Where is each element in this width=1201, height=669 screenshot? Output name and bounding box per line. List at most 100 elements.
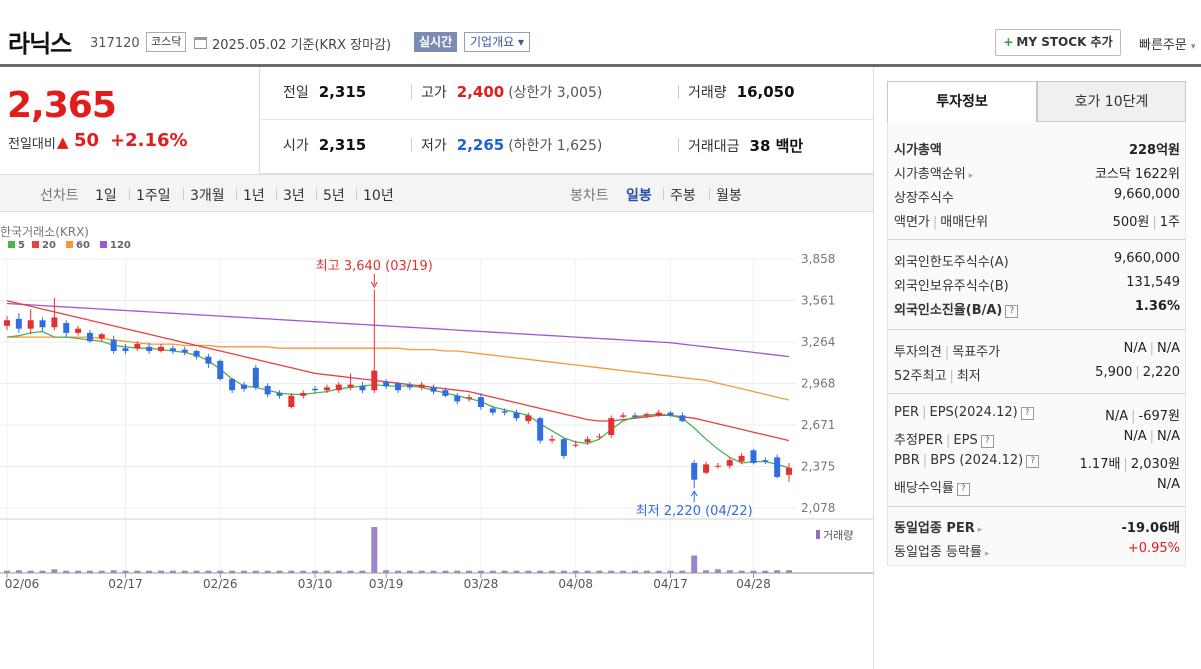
candle-body	[631, 415, 638, 417]
info-row: 외국인소진율(B/A)? 1.36%	[894, 296, 1180, 318]
chart-source-label: 한국거래소(KRX)	[0, 225, 89, 239]
info-label[interactable]: 동일업종 PER ▸	[894, 517, 982, 536]
chevron-right-icon: ▸	[968, 171, 974, 181]
info-value-secondary: 1주	[1159, 215, 1180, 230]
separator: |	[932, 215, 938, 230]
period-1[interactable]: 1주일	[136, 185, 171, 205]
help-icon[interactable]: ?	[1020, 407, 1034, 420]
candle-period-1[interactable]: 주봉	[670, 185, 696, 205]
info-value-secondary: N/A	[1157, 429, 1180, 444]
candle-body	[264, 386, 271, 395]
info-label[interactable]: 시가총액순위 ▸	[894, 163, 973, 182]
candle-body	[442, 390, 449, 396]
candle-body	[430, 387, 437, 392]
period-3[interactable]: 1년	[243, 185, 265, 205]
info-label: 외국인한도주식수(A)	[894, 255, 1009, 270]
high-annotation: 최고 3,640 (03/19)	[316, 259, 433, 274]
info-value: 1.17배 | 2,030원	[1079, 457, 1180, 472]
candle-body	[525, 415, 532, 421]
info-divider	[888, 239, 1185, 240]
info-label: 상장주식수	[894, 191, 954, 206]
candle-body	[549, 439, 556, 441]
stock-code: 317120	[90, 36, 140, 51]
realtime-button[interactable]: 실시간	[414, 32, 458, 52]
candle-body	[537, 418, 544, 441]
candle-period-2[interactable]: 월봉	[716, 185, 742, 205]
help-icon[interactable]: ?	[980, 435, 994, 448]
volume-bar	[371, 527, 378, 573]
candle-period-0[interactable]: 일봉	[626, 185, 652, 205]
info-divider	[888, 393, 1185, 394]
info-label: 외국인소진율(B/A)?	[894, 299, 1019, 318]
candle-body	[4, 320, 10, 326]
candle-body	[240, 384, 247, 389]
candle-body	[513, 412, 520, 419]
current-price-box: 2,365 전일대비 ▲ 50 +2.16%	[0, 67, 260, 174]
period-5[interactable]: 5년	[323, 185, 345, 205]
candle-body	[347, 384, 354, 388]
separator	[411, 138, 412, 152]
candle-body	[63, 323, 70, 333]
x-tick-label: 04/08	[558, 577, 593, 591]
low-value: 2,265	[456, 136, 505, 154]
separator	[129, 188, 130, 200]
candlestick-chart[interactable]: 한국거래소(KRX)5 20 60 120 3,858 3,561 3,264 2,968 2,…	[0, 212, 873, 592]
candle-body	[312, 388, 319, 391]
separator	[678, 85, 679, 99]
separator: |	[944, 345, 950, 360]
legend-swatch-5	[8, 241, 15, 248]
x-tick-label: 03/10	[298, 577, 333, 591]
help-icon[interactable]: ?	[1005, 305, 1019, 318]
info-value: N/A | N/A	[1123, 429, 1180, 444]
info-label[interactable]: 동일업종 등락률 ▸	[894, 541, 989, 560]
candle-body	[122, 348, 129, 352]
chevron-right-icon: ▸	[977, 525, 983, 535]
candle-body	[395, 383, 401, 391]
info-row: 추정PER | EPS? N/A | N/A	[894, 426, 1180, 448]
y-tick-label: 3,264	[801, 335, 835, 349]
info-label-secondary: EPS(2024.12)	[929, 405, 1018, 420]
period-6[interactable]: 10년	[363, 185, 394, 205]
x-tick-label: 04/28	[736, 577, 771, 591]
open-label: 시가	[283, 138, 309, 154]
volume-label: 거래량	[688, 85, 727, 101]
amount-label: 거래대금	[688, 139, 740, 155]
period-0[interactable]: 1일	[95, 185, 117, 205]
tab-order-book[interactable]: 호가 10단계	[1037, 81, 1186, 122]
change-percent: +2.16%	[110, 130, 188, 151]
separator: |	[922, 453, 928, 468]
info-label-secondary: EPS	[953, 433, 978, 448]
row-divider	[261, 119, 873, 120]
info-value: N/A | -697원	[1105, 409, 1180, 424]
company-overview-button[interactable]: 기업개요 ▾	[464, 32, 530, 52]
stock-name: 라닉스	[8, 30, 72, 58]
candle-body	[51, 317, 58, 328]
separator: |	[922, 405, 927, 420]
candle-body	[229, 379, 236, 391]
separator	[411, 85, 412, 99]
help-icon[interactable]: ?	[1026, 455, 1040, 468]
x-tick-label: 03/19	[369, 577, 404, 591]
info-label: 배당수익률?	[894, 477, 970, 496]
up-triangle-icon: ▲	[57, 133, 69, 151]
candle-body	[786, 467, 792, 475]
info-row: 52주최고 | 최저 5,900 | 2,220	[894, 362, 1180, 384]
candle-body	[252, 367, 259, 388]
tab-investment-info[interactable]: 투자정보	[887, 81, 1037, 122]
quick-order-button[interactable]: 빠른주문 ▾	[1139, 34, 1196, 53]
candle-body	[560, 439, 567, 456]
info-row: 동일업종 PER ▸ -19.06배	[894, 514, 1180, 536]
info-value: N/A | N/A	[1123, 341, 1180, 356]
add-mystock-button[interactable]: + MY STOCK 추가	[995, 29, 1121, 56]
info-label: PER | EPS(2024.12)?	[894, 405, 1034, 420]
candle-body	[667, 412, 674, 416]
period-2[interactable]: 3개월	[190, 185, 225, 205]
candle-body	[620, 415, 627, 417]
help-icon[interactable]: ?	[956, 483, 970, 496]
separator: |	[946, 433, 951, 448]
candle-body	[454, 395, 461, 402]
period-4[interactable]: 3년	[283, 185, 305, 205]
info-value: 코스닥 1622위	[1094, 167, 1180, 182]
open-price: 시가 2,315	[283, 135, 366, 155]
volume-bar	[714, 569, 721, 573]
